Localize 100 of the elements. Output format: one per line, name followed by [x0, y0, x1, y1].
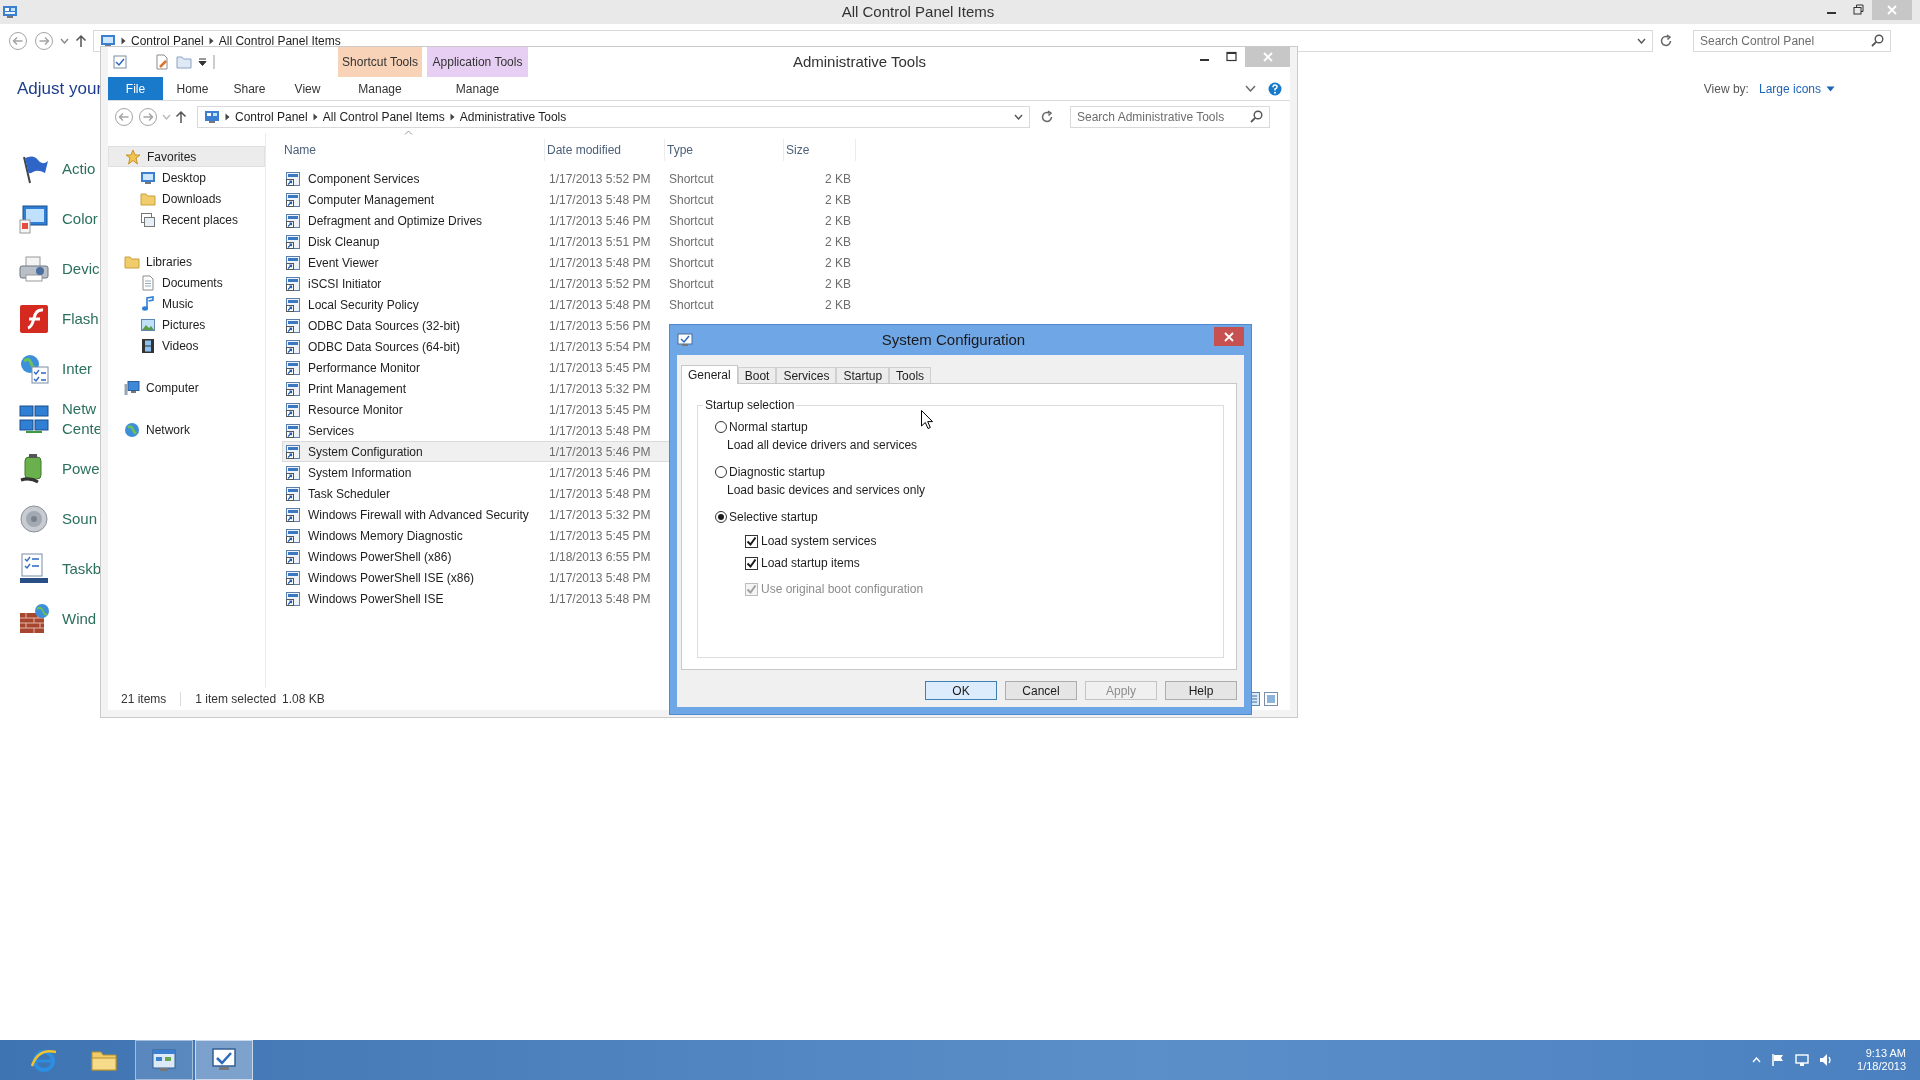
- caret-down-icon[interactable]: [1014, 114, 1023, 120]
- nav-item[interactable]: Network: [108, 419, 265, 440]
- radio-button[interactable]: [715, 466, 727, 478]
- date-modified: 1/17/2013 5:48 PM: [549, 591, 651, 606]
- checkbox-label: Load startup items: [761, 555, 860, 572]
- address-bar[interactable]: Control Panel All Control Panel Items Administrative Tools: [197, 106, 1030, 128]
- nav-item[interactable]: Videos: [108, 335, 265, 356]
- column-header[interactable]: Name: [284, 141, 316, 159]
- nav-item[interactable]: Libraries: [108, 251, 265, 272]
- search-icon[interactable]: [1871, 34, 1884, 47]
- maximize-icon[interactable]: [1226, 50, 1237, 62]
- date-modified: 1/17/2013 5:54 PM: [549, 339, 651, 354]
- search-icon[interactable]: [1250, 110, 1263, 123]
- file-row[interactable]: Computer Management 1/17/2013 5:48 PM Shortcut 2 KB: [282, 189, 856, 210]
- file-tab[interactable]: File: [108, 77, 163, 100]
- nav-item[interactable]: Music: [108, 293, 265, 314]
- search-field[interactable]: Search Control Panel: [1693, 30, 1891, 52]
- file-row[interactable]: Disk Cleanup 1/17/2013 5:51 PM Shortcut 2 KB: [282, 231, 856, 252]
- tab[interactable]: General: [681, 365, 738, 384]
- search-field[interactable]: Search Administrative Tools: [1070, 106, 1270, 128]
- close-button[interactable]: [1214, 327, 1244, 346]
- option-label: Selective startup: [729, 509, 818, 526]
- file-row[interactable]: Component Services 1/17/2013 5:52 PM Shortcut 2 KB: [282, 168, 856, 189]
- clock-date[interactable]: 1/18/2013: [1857, 1060, 1906, 1073]
- applet-label[interactable]: Color: [62, 209, 98, 229]
- nav-item[interactable]: Documents: [108, 272, 265, 293]
- caret-down-icon[interactable]: [60, 38, 69, 44]
- applet-label[interactable]: Cente: [62, 419, 103, 439]
- nav-item[interactable]: Favorites: [108, 146, 265, 167]
- applet-label[interactable]: Powe: [62, 459, 100, 479]
- caret-down-icon[interactable]: [1637, 38, 1646, 44]
- refresh-icon[interactable]: [1040, 110, 1054, 124]
- flag-icon[interactable]: [1771, 1053, 1786, 1067]
- divider-icon: [213, 55, 215, 69]
- clock-time[interactable]: 9:13 AM: [1865, 1047, 1906, 1060]
- chevron-down-icon[interactable]: [1245, 85, 1256, 92]
- radio-button[interactable]: [715, 511, 727, 523]
- file-row[interactable]: Defragment and Optimize Drives 1/17/2013 5:46 PM Shortcut 2 KB: [282, 210, 856, 231]
- restore-icon[interactable]: [1853, 3, 1864, 15]
- breadcrumb-item[interactable]: All Control Panel Items: [322, 111, 445, 123]
- file-row[interactable]: Local Security Policy 1/17/2013 5:48 PM Shortcut 2 KB: [282, 294, 856, 315]
- date-modified: 1/17/2013 5:52 PM: [549, 276, 651, 291]
- breadcrumb-item[interactable]: Control Panel: [235, 111, 308, 123]
- caret-up-icon[interactable]: [1752, 1057, 1762, 1063]
- applet-label[interactable]: Netw: [62, 399, 103, 419]
- up-arrow-icon[interactable]: [175, 110, 187, 124]
- nav-item[interactable]: Recent places: [108, 209, 265, 230]
- close-icon[interactable]: [1224, 331, 1234, 342]
- tab[interactable]: Tools: [889, 367, 932, 383]
- applet-label[interactable]: Devic: [62, 259, 100, 279]
- network-icon[interactable]: [1795, 1053, 1810, 1067]
- file-size: 2 KB: [825, 192, 851, 207]
- applet-label[interactable]: Actio: [62, 159, 96, 179]
- file-name: ODBC Data Sources (32-bit): [308, 317, 461, 335]
- radio-button[interactable]: [715, 421, 727, 433]
- document-edit-icon[interactable]: [154, 54, 170, 70]
- nav-item[interactable]: Desktop: [108, 167, 265, 188]
- taskbar-button[interactable]: [135, 1040, 193, 1080]
- checkbox[interactable]: [745, 556, 758, 570]
- file-size: 2 KB: [825, 171, 851, 186]
- applet-label[interactable]: Flash: [62, 309, 99, 329]
- breadcrumb-item[interactable]: Administrative Tools: [459, 111, 567, 123]
- applet-label[interactable]: Inter: [62, 359, 92, 379]
- nav-item[interactable]: Pictures: [108, 314, 265, 335]
- file-row[interactable]: Event Viewer 1/17/2013 5:48 PM Shortcut 2 KB: [282, 252, 856, 273]
- network-icon: [18, 403, 50, 435]
- file-size: 2 KB: [825, 234, 851, 249]
- help-icon[interactable]: [1268, 81, 1282, 96]
- window-icon[interactable]: [150, 1046, 178, 1074]
- properties-icon[interactable]: [112, 54, 128, 70]
- applet-label[interactable]: Wind: [62, 609, 97, 629]
- dialog-button[interactable]: Help: [1165, 681, 1237, 700]
- applet-label[interactable]: Soun: [62, 509, 98, 529]
- large-icons-view-icon[interactable]: [1264, 692, 1278, 706]
- checkbox[interactable]: [745, 534, 758, 548]
- column-header[interactable]: Date modified: [547, 141, 622, 159]
- nav-item[interactable]: Computer: [108, 377, 265, 398]
- tab[interactable]: Services: [776, 367, 837, 383]
- breadcrumb-item[interactable]: Control Panel: [131, 35, 204, 47]
- up-arrow-icon[interactable]: [75, 34, 87, 48]
- file-row[interactable]: iSCSI Initiator 1/17/2013 5:52 PM Shortcut 2 KB: [282, 273, 856, 294]
- date-modified: 1/17/2013 5:45 PM: [549, 528, 651, 543]
- column-header[interactable]: Size: [786, 141, 810, 159]
- nav-item[interactable]: Downloads: [108, 188, 265, 209]
- customize-arrow-icon[interactable]: [198, 58, 207, 66]
- breadcrumb-item[interactable]: All Control Panel Items: [218, 35, 341, 47]
- column-header[interactable]: Type: [667, 141, 693, 159]
- applet-label[interactable]: Taskb: [62, 559, 102, 579]
- file-name: Print Management: [308, 380, 407, 398]
- refresh-icon[interactable]: [1659, 34, 1673, 48]
- view-by-dropdown[interactable]: Large icons: [1758, 80, 1835, 98]
- dialog-button[interactable]: OK: [925, 681, 997, 700]
- tab[interactable]: Boot: [737, 367, 777, 383]
- taskbar-button[interactable]: [195, 1040, 253, 1080]
- speaker-icon[interactable]: [1819, 1053, 1834, 1067]
- dialog-button[interactable]: Cancel: [1005, 681, 1077, 700]
- film-icon: [140, 337, 156, 354]
- file-name: Windows Firewall with Advanced Security: [308, 506, 529, 524]
- tab[interactable]: Startup: [836, 367, 890, 383]
- monitor-icon: [100, 33, 116, 49]
